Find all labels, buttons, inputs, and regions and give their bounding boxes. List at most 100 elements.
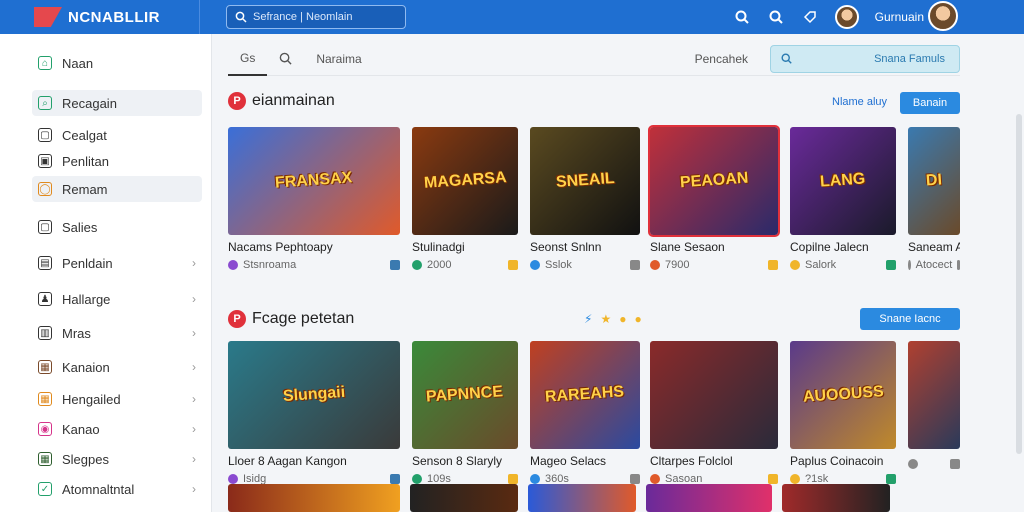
game-card[interactable]: Slungaii Lloer 8 Aagan Kangon Isidg [228, 341, 400, 485]
game-card[interactable]: PAPNNCE Senson 8 Slaryly 109s [412, 341, 518, 485]
game-thumbnail[interactable]: DI [908, 127, 960, 235]
filter-search-input[interactable]: Snana Famuls [770, 44, 960, 73]
tab-bar: Gs Naraima Pencahek Snana Famuls [228, 42, 960, 76]
sidebar-item-label: Remam [62, 181, 108, 197]
action-icon[interactable] [390, 474, 400, 484]
game-thumbnail[interactable]: SNEAIL [530, 127, 640, 235]
game-card[interactable]: Cltarpes Folclol Sasoan [650, 341, 778, 485]
game-card[interactable]: PEAOAN Slane Sesaon 7900 [648, 125, 780, 271]
game-card[interactable]: LANG Copilne Jalecn Salork [790, 127, 896, 271]
platform-icon [790, 474, 800, 484]
game-title[interactable]: Stulinadgi [412, 240, 518, 254]
search-icon [781, 53, 792, 64]
game-title[interactable]: Nacams Pephtoapy [228, 240, 400, 254]
tab-home[interactable]: Gs [228, 42, 268, 76]
tab-right-label[interactable]: Pencahek [695, 52, 748, 66]
game-thumbnail[interactable] [908, 341, 960, 449]
profile-avatar[interactable] [928, 1, 958, 31]
sidebar-item-label: Penldain [62, 255, 113, 271]
action-icon[interactable] [950, 459, 960, 469]
game-thumb[interactable] [782, 484, 890, 512]
sidebar-item[interactable]: ▦ Slegpes › [32, 446, 202, 472]
game-card[interactable]: RAREAHS Mageo Selacs 360s [530, 341, 640, 485]
game-thumbnail[interactable]: AUOOUSS [790, 341, 896, 449]
game-card[interactable]: MAGARSA Stulinadgi 2000 [412, 127, 518, 271]
game-card[interactable]: AUOOUSS Paplus Coinacoin ?1sk [790, 341, 896, 485]
game-title[interactable]: Copilne Jalecn [790, 240, 896, 254]
game-thumbnail[interactable]: RAREAHS [530, 341, 640, 449]
action-icon[interactable] [390, 260, 400, 270]
sidebar-item[interactable]: ♟ Hallarge › [32, 286, 202, 312]
game-thumb[interactable] [646, 484, 772, 512]
search-input[interactable]: Sefrance | Neomlain [226, 5, 406, 29]
game-card[interactable]: DI Saneam A Atocect [908, 127, 960, 271]
game-title[interactable]: Cltarpes Folclol [650, 454, 778, 468]
platform-icon [650, 260, 660, 270]
game-thumbnail[interactable]: LANG [790, 127, 896, 235]
action-icon[interactable] [768, 474, 778, 484]
platform-icon [908, 260, 911, 270]
main-content: Gs Naraima Pencahek Snana Famuls P eianm… [212, 34, 1024, 512]
game-title[interactable]: Seonst Snlnn [530, 240, 640, 254]
search-icon[interactable] [267, 42, 304, 76]
game-title[interactable]: Mageo Selacs [530, 454, 640, 468]
section2-button[interactable]: Snane Iacnc [860, 308, 960, 330]
game-title[interactable]: Paplus Coinacoin [790, 454, 896, 468]
zoom-icon[interactable] [767, 8, 785, 26]
sidebar-item[interactable]: ⌕ Recagain [32, 90, 202, 116]
game-thumbnail[interactable]: FRANSAX [228, 127, 400, 235]
sidebar-item[interactable]: ▤ Penldain › [32, 250, 202, 276]
game-thumbnail[interactable]: PEAOAN [648, 125, 780, 237]
logo-icon [34, 7, 62, 27]
square-icon: ▢ [38, 128, 52, 142]
game-thumbnail[interactable]: PAPNNCE [412, 341, 518, 449]
see-all-link[interactable]: Nlame aluy [832, 96, 887, 108]
action-icon[interactable] [886, 474, 896, 484]
game-thumbnail[interactable]: Slungaii [228, 341, 400, 449]
avatar[interactable] [834, 5, 859, 29]
action-icon[interactable] [957, 260, 960, 270]
action-icon[interactable] [630, 260, 640, 270]
game-thumb[interactable] [228, 484, 400, 512]
action-icon[interactable] [508, 474, 518, 484]
game-icon: ▦ [38, 360, 52, 374]
sidebar-item[interactable]: ◉ Kanao › [32, 416, 202, 442]
sidebar-item[interactable]: ⌂ Naan [32, 50, 202, 76]
platform-icon [530, 260, 540, 270]
game-thumbnail[interactable]: MAGARSA [412, 127, 518, 235]
game-title[interactable]: Slane Sesaon [650, 240, 778, 254]
tab-naraima[interactable]: Naraima [304, 42, 373, 76]
game-card[interactable]: FRANSAX Nacams Pephtoapy Stsnroama [228, 127, 400, 271]
game-card[interactable]: SNEAIL Seonst Snlnn Sslok [530, 127, 640, 271]
user-name[interactable]: Gurnuain [875, 10, 924, 24]
game-card[interactable] [908, 341, 960, 469]
game-thumbnail[interactable] [650, 341, 778, 449]
game-logo-text: FRANSAX [274, 169, 354, 192]
sidebar-item[interactable]: ▣ Penlitan [32, 148, 202, 174]
action-icon[interactable] [508, 260, 518, 270]
sidebar-item[interactable]: ✓ Atomnaltntal › [32, 476, 202, 502]
game-title[interactable]: Saneam A [908, 240, 960, 254]
scrollbar[interactable] [1016, 114, 1022, 454]
game-thumb[interactable] [528, 484, 636, 512]
sidebar-item[interactable]: ◯ Remam [32, 176, 202, 202]
search-icon[interactable] [733, 8, 751, 26]
sidebar-item[interactable]: ▢ Cealgat [32, 122, 202, 148]
action-icon[interactable] [630, 474, 640, 484]
logo[interactable]: NCNABLLIR [0, 0, 200, 34]
grid-icon: ▦ [38, 392, 52, 406]
pin-icon: P [228, 310, 246, 328]
tag-icon[interactable] [801, 8, 819, 26]
section1-button[interactable]: Banain [900, 92, 960, 114]
game-title[interactable]: Senson 8 Slaryly [412, 454, 518, 468]
sidebar-item[interactable]: ▥ Mras › [32, 320, 202, 346]
game-thumb[interactable] [410, 484, 518, 512]
action-icon[interactable] [886, 260, 896, 270]
sidebar-item[interactable]: ▦ Hengailed › [32, 386, 202, 412]
sidebar-item[interactable]: ▢ Salies [32, 214, 202, 240]
game-title[interactable]: Lloer 8 Aagan Kangon [228, 454, 400, 468]
search-icon [235, 11, 247, 23]
sidebar-item[interactable]: ▦ Kanaion › [32, 354, 202, 380]
action-icon[interactable] [768, 260, 778, 270]
game-meta: 2000 [412, 259, 518, 271]
